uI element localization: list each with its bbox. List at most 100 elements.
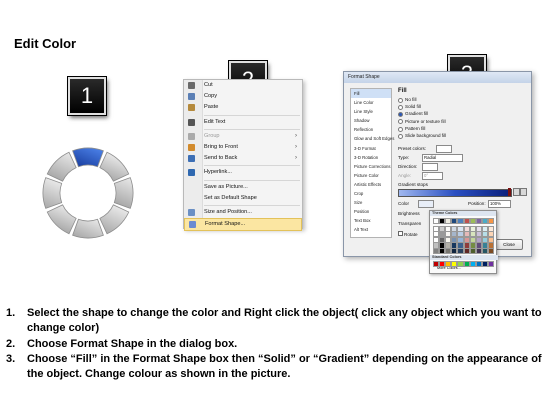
size-position-icon xyxy=(188,208,195,216)
submenu-arrow-icon: › xyxy=(295,155,297,162)
menu-item-label: Hyperlink... xyxy=(204,169,232,176)
menu-item-label: Save as Picture... xyxy=(204,183,248,190)
instruction-step: 3. Choose “Fill” in the Format Shape box … xyxy=(6,352,551,383)
menu-item-label: Paste xyxy=(204,104,219,111)
instructions: 1. Select the shape to change the color a… xyxy=(6,306,551,382)
nav-item-reflection[interactable]: Reflection xyxy=(351,125,391,134)
direction-dropdown[interactable] xyxy=(422,163,438,171)
color-swatch[interactable] xyxy=(487,248,495,255)
color-picker-button[interactable] xyxy=(418,200,434,208)
format-shape-dialog: Format Shape Fill Line Color Line Style Sha… xyxy=(343,71,532,274)
menu-item-edit-text[interactable]: Edit Text xyxy=(184,117,302,128)
step-text: Choose “Fill” in the Format Shape box th… xyxy=(27,352,542,381)
fill-option-label: No fill xyxy=(405,97,417,102)
scissors-icon xyxy=(188,82,195,89)
nav-item-3-d-format[interactable]: 3-D Format xyxy=(351,144,391,153)
radio-icon xyxy=(398,104,403,110)
add-stop-button[interactable] xyxy=(513,188,520,196)
standard-color-swatch[interactable] xyxy=(487,261,495,268)
menu-separator xyxy=(204,128,300,130)
rotate-label: Rotate xyxy=(404,232,418,237)
menu-item-paste[interactable]: Paste xyxy=(184,102,302,113)
nav-item-alt-text[interactable]: Alt Text xyxy=(351,225,391,234)
nav-item-shadow[interactable]: Shadow xyxy=(351,116,391,125)
preset-colors-label: Preset colors: xyxy=(398,146,427,151)
menu-item-label: Edit Text xyxy=(204,118,226,125)
remove-stop-button[interactable] xyxy=(520,188,527,196)
fill-option-pattern-fill[interactable]: Pattern fill xyxy=(396,125,526,132)
color-palette-popup: Theme Colors Standard Colors More Colors… xyxy=(429,210,498,274)
position-field[interactable]: 100% xyxy=(488,200,511,208)
step-badge-1: 1 xyxy=(68,77,106,115)
segmented-ring[interactable] xyxy=(38,143,138,243)
menu-item-label: Bring to Front xyxy=(204,143,238,150)
fill-option-label: Solid fill xyxy=(405,104,421,110)
step-number: 3. xyxy=(6,352,16,365)
nav-item-position[interactable]: Position xyxy=(351,207,391,216)
menu-item-group: Group › xyxy=(184,131,302,142)
nav-item-line-style[interactable]: Line Style xyxy=(351,107,391,116)
menu-item-label: Copy xyxy=(204,93,218,100)
fill-option-solid-fill[interactable]: Solid fill xyxy=(396,103,526,110)
menu-item-save-as-picture[interactable]: Save as Picture... xyxy=(184,182,302,193)
fill-option-picture-or-texture-fill[interactable]: Picture or texture fill xyxy=(396,118,526,125)
nav-item-fill[interactable]: Fill xyxy=(351,89,391,99)
fill-option-gradient-fill[interactable]: Gradient fill xyxy=(396,110,526,118)
radio-icon xyxy=(398,112,403,118)
fill-heading: Fill xyxy=(398,88,407,94)
group-icon xyxy=(188,132,195,140)
fill-option-label: Slide background fill xyxy=(405,132,447,138)
angle-field[interactable]: 0° xyxy=(422,172,443,180)
step-number: 1. xyxy=(6,307,16,319)
nav-item-glow-and-soft-edges[interactable]: Glow and Soft Edges xyxy=(351,134,394,143)
menu-item-send-to-back[interactable]: Send to Back › xyxy=(184,153,302,164)
nav-item-line-color[interactable]: Line Color xyxy=(351,98,391,107)
nav-item-3-d-rotation[interactable]: 3-D Rotation xyxy=(351,153,391,162)
menu-item-size-and-position[interactable]: Size and Position... xyxy=(184,207,302,218)
menu-item-label: Set as Default Shape xyxy=(204,194,257,201)
rotate-checkbox[interactable]: Rotate xyxy=(398,231,418,237)
paste-icon xyxy=(188,104,195,112)
step-number: 2. xyxy=(6,337,16,350)
instruction-step: 1. Select the shape to change the color a… xyxy=(6,306,551,337)
fill-option-no-fill[interactable]: No fill xyxy=(396,96,526,103)
menu-item-copy[interactable]: Copy xyxy=(184,91,302,102)
close-button[interactable]: Close xyxy=(495,239,523,250)
menu-item-label: Size and Position... xyxy=(204,208,252,215)
nav-item-artistic-effects[interactable]: Artistic Effects xyxy=(351,180,391,189)
menu-item-label: Send to Back xyxy=(204,155,238,162)
menu-item-label: Group xyxy=(204,132,220,139)
menu-item-format-shape[interactable]: Format Shape... xyxy=(184,218,302,232)
gradient-stops-label: Gradient stops xyxy=(398,182,428,187)
fill-option-label: Picture or texture fill xyxy=(405,118,446,124)
angle-label: Angle: xyxy=(398,173,412,178)
dialog-nav: Fill Line Color Line Style Shadow Reflection… xyxy=(350,88,394,238)
bring-front-icon xyxy=(188,143,195,151)
send-back-icon xyxy=(188,155,195,163)
step-text: Choose Format Shape in the dialog box. xyxy=(27,337,238,350)
menu-item-cut[interactable]: Cut xyxy=(184,80,302,91)
preset-colors-dropdown[interactable] xyxy=(436,145,452,153)
nav-item-picture-corrections[interactable]: Picture Corrections xyxy=(351,162,391,171)
nav-item-crop[interactable]: Crop xyxy=(351,189,391,198)
nav-item-text-box[interactable]: Text Box xyxy=(351,216,391,225)
menu-separator xyxy=(204,179,300,181)
color-swatch[interactable] xyxy=(487,218,495,225)
radio-icon xyxy=(398,119,403,125)
context-menu: Cut Copy Paste Edit Text Group › Bring to Fron… xyxy=(183,79,303,232)
menu-item-set-as-default-shape[interactable]: Set as Default Shape xyxy=(184,193,302,204)
radio-icon xyxy=(398,97,403,103)
menu-item-bring-to-front[interactable]: Bring to Front › xyxy=(184,142,302,153)
menu-separator xyxy=(204,114,300,116)
menu-item-hyperlink[interactable]: Hyperlink... xyxy=(184,167,302,178)
nav-item-size[interactable]: Size xyxy=(351,198,391,207)
nav-item-picture-color[interactable]: Picture Color xyxy=(351,171,391,180)
gradient-stop-handle[interactable] xyxy=(508,188,511,196)
fill-option-slide-background-fill[interactable]: Slide background fill xyxy=(396,132,526,139)
hyperlink-icon xyxy=(188,169,195,177)
position-label: Position: xyxy=(468,201,486,206)
standard-colors-label: Standard Colors xyxy=(430,255,498,260)
type-label: Type: xyxy=(398,155,410,160)
gradient-stops-bar[interactable] xyxy=(398,189,512,197)
type-dropdown[interactable]: Radial xyxy=(422,154,463,162)
